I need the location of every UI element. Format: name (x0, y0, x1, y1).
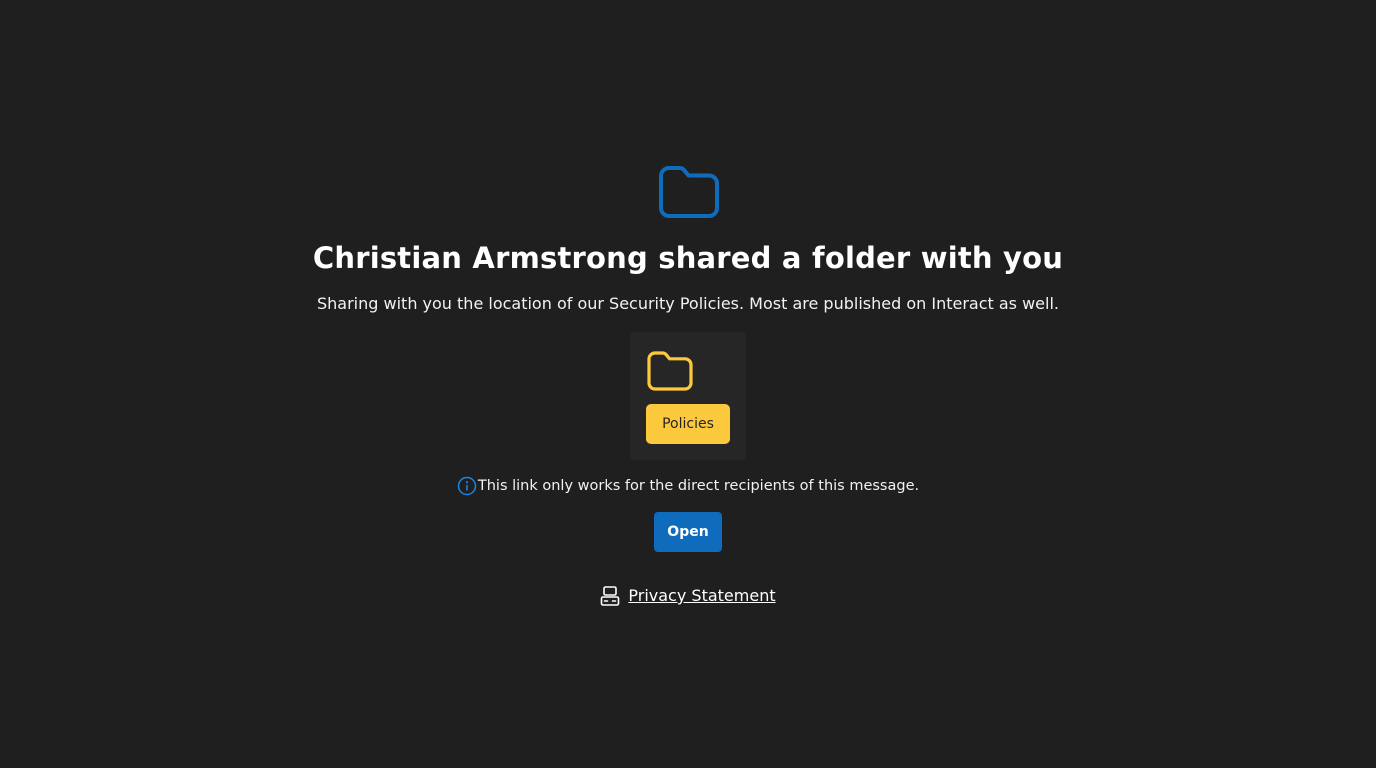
folder-name-button[interactable]: Policies (646, 404, 730, 444)
shared-folder-tile[interactable]: Policies (630, 332, 746, 460)
privacy-footer: Privacy Statement (0, 584, 1376, 608)
info-icon (457, 476, 477, 496)
page-title: Christian Armstrong shared a folder with… (312, 241, 1064, 275)
notice-text: This link only works for the direct reci… (477, 478, 920, 494)
folder-icon (659, 166, 719, 218)
folder-icon (647, 351, 693, 391)
privacy-statement-link[interactable]: Privacy Statement (628, 584, 775, 608)
open-button[interactable]: Open (654, 512, 722, 552)
share-message: Sharing with you the location of our Sec… (317, 294, 1059, 313)
privacy-icon (601, 586, 620, 606)
shared-folder-page: Christian Armstrong shared a folder with… (0, 0, 1376, 768)
link-notice: This link only works for the direct reci… (0, 475, 1376, 497)
